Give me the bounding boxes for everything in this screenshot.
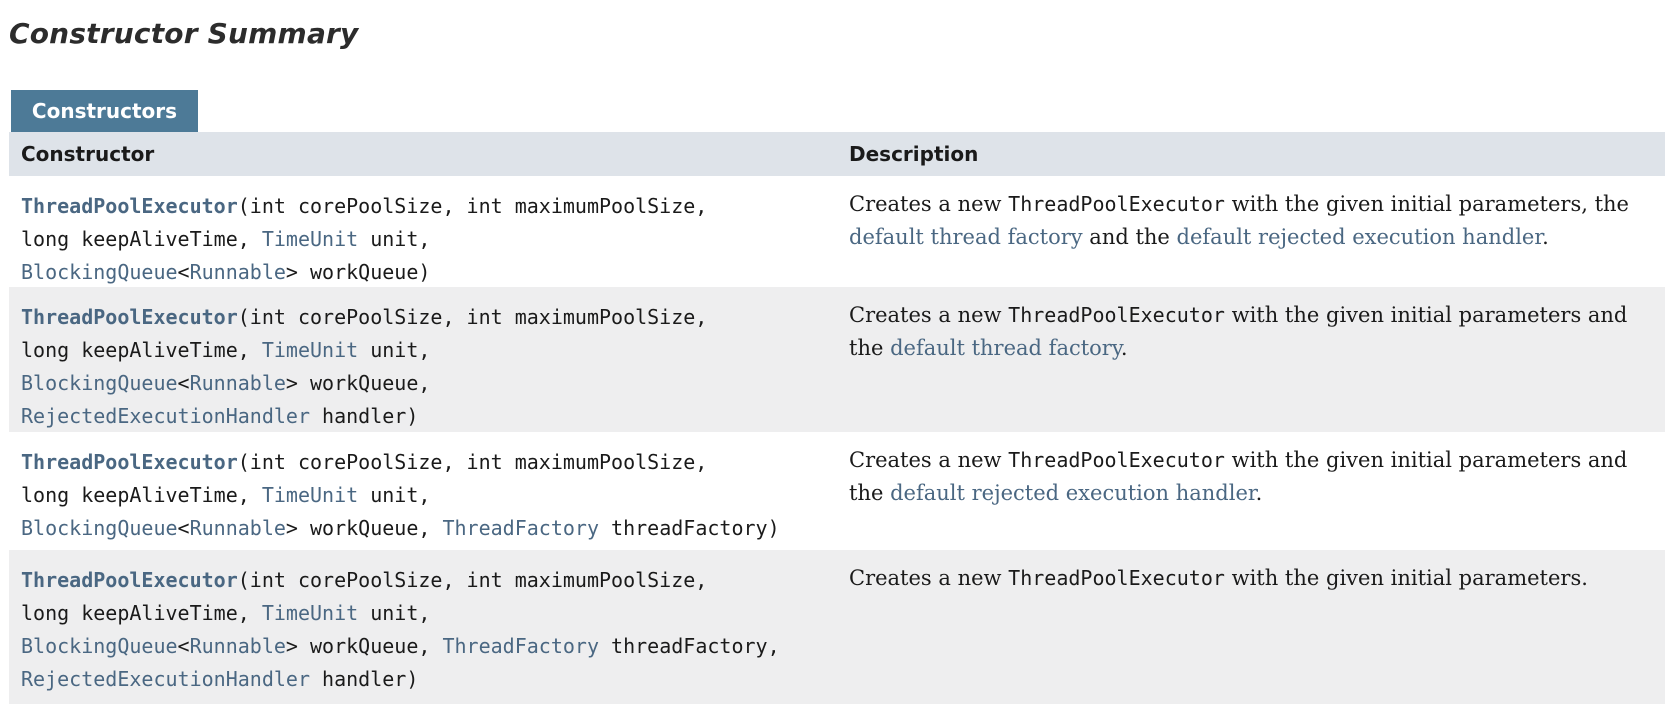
type-link-runnable[interactable]: Runnable (190, 371, 286, 395)
type-link-timeunit[interactable]: TimeUnit (262, 338, 358, 362)
constructors-caption-tab[interactable]: Constructors (11, 90, 198, 132)
sig-text: long keepAliveTime, (21, 338, 262, 362)
type-link-timeunit[interactable]: TimeUnit (262, 483, 358, 507)
constructor-link[interactable]: ThreadPoolExecutor (21, 305, 238, 329)
type-link-threadfactory[interactable]: ThreadFactory (442, 516, 599, 540)
constructor-link[interactable]: ThreadPoolExecutor (21, 450, 238, 474)
sig-text: > workQueue) (285, 260, 431, 284)
type-link-blockingqueue[interactable]: BlockingQueue (21, 634, 178, 658)
desc-text: and the (1082, 225, 1177, 249)
sig-text: > workQueue, (285, 634, 443, 658)
sig-text: < (177, 371, 190, 395)
desc-text: with the given initial parameters. (1224, 566, 1588, 590)
table-row: ThreadPoolExecutor(int corePoolSize, int… (9, 287, 1665, 432)
constructor-link[interactable]: ThreadPoolExecutor (21, 194, 238, 218)
desc-text: Creates a new (849, 448, 1009, 472)
sig-text: < (177, 516, 190, 540)
desc-code: ThreadPoolExecutor (1008, 448, 1225, 472)
sig-text: unit, (358, 601, 431, 625)
table-row: ThreadPoolExecutor(int corePoolSize, int… (9, 432, 1665, 550)
sig-text: unit, (358, 483, 431, 507)
type-link-blockingqueue[interactable]: BlockingQueue (21, 260, 178, 284)
type-link-timeunit[interactable]: TimeUnit (262, 227, 358, 251)
header-constructor: Constructor (21, 142, 155, 166)
type-link-runnable[interactable]: Runnable (190, 260, 286, 284)
table-header-row: Constructor Description (9, 132, 1665, 176)
table-row: ThreadPoolExecutor(int corePoolSize, int… (9, 550, 1665, 704)
constructor-summary-section: Constructor Summary Constructors Constru… (0, 0, 1665, 704)
desc-text: with the given initial parameters, the (1224, 192, 1629, 216)
type-link-runnable[interactable]: Runnable (190, 516, 286, 540)
default-rejected-execution-handler-link[interactable]: default rejected execution handler (1177, 225, 1543, 249)
sig-text: long keepAliveTime, (21, 227, 262, 251)
type-link-rejectedexecutionhandler[interactable]: RejectedExecutionHandler (21, 404, 310, 428)
constructor-signature: ThreadPoolExecutor(int corePoolSize, int… (21, 564, 831, 696)
type-link-runnable[interactable]: Runnable (190, 634, 286, 658)
type-link-timeunit[interactable]: TimeUnit (262, 601, 358, 625)
sig-text: (int corePoolSize, int maximumPoolSize, (237, 568, 708, 592)
desc-text: Creates a new (849, 192, 1009, 216)
constructor-signature: ThreadPoolExecutor(int corePoolSize, int… (21, 190, 831, 289)
sig-text: < (177, 634, 190, 658)
constructor-description: Creates a new ThreadPoolExecutor with th… (849, 188, 1659, 254)
sig-text: threadFactory, (599, 634, 780, 658)
sig-text: (int corePoolSize, int maximumPoolSize, (237, 450, 708, 474)
desc-text: . (1542, 225, 1549, 249)
desc-text: . (1120, 336, 1128, 360)
desc-text: Creates a new (849, 566, 1009, 590)
default-thread-factory-link[interactable]: default thread factory (849, 225, 1083, 249)
type-link-rejectedexecutionhandler[interactable]: RejectedExecutionHandler (21, 667, 310, 691)
desc-text: . (1255, 481, 1263, 505)
sig-text: handler) (309, 667, 419, 691)
section-title: Constructor Summary (9, 17, 359, 50)
default-rejected-execution-handler-link[interactable]: default rejected execution handler (890, 481, 1256, 505)
sig-text: unit, (358, 338, 431, 362)
desc-code: ThreadPoolExecutor (1008, 303, 1225, 327)
desc-code: ThreadPoolExecutor (1008, 566, 1225, 590)
sig-text: unit, (358, 227, 431, 251)
sig-text: (int corePoolSize, int maximumPoolSize, (237, 194, 708, 218)
constructor-link[interactable]: ThreadPoolExecutor (21, 568, 238, 592)
sig-text: handler) (309, 404, 419, 428)
constructor-summary-table: Constructor Description ThreadPoolExecut… (9, 132, 1665, 704)
default-thread-factory-link[interactable]: default thread factory (890, 336, 1121, 360)
constructor-signature: ThreadPoolExecutor(int corePoolSize, int… (21, 446, 831, 545)
sig-text: threadFactory) (599, 516, 780, 540)
type-link-threadfactory[interactable]: ThreadFactory (442, 634, 599, 658)
type-link-blockingqueue[interactable]: BlockingQueue (21, 516, 178, 540)
constructor-signature: ThreadPoolExecutor(int corePoolSize, int… (21, 301, 831, 433)
constructor-description: Creates a new ThreadPoolExecutor with th… (849, 562, 1659, 595)
sig-text: long keepAliveTime, (21, 601, 262, 625)
constructor-description: Creates a new ThreadPoolExecutor with th… (849, 444, 1659, 510)
constructor-description: Creates a new ThreadPoolExecutor with th… (849, 299, 1659, 365)
table-row: ThreadPoolExecutor(int corePoolSize, int… (9, 176, 1665, 287)
sig-text: < (177, 260, 190, 284)
sig-text: > workQueue, (285, 516, 443, 540)
desc-code: ThreadPoolExecutor (1008, 192, 1225, 216)
desc-text: Creates a new (849, 303, 1009, 327)
header-description: Description (849, 142, 979, 166)
sig-text: > workQueue, (285, 371, 431, 395)
sig-text: (int corePoolSize, int maximumPoolSize, (237, 305, 708, 329)
type-link-blockingqueue[interactable]: BlockingQueue (21, 371, 178, 395)
sig-text: long keepAliveTime, (21, 483, 262, 507)
